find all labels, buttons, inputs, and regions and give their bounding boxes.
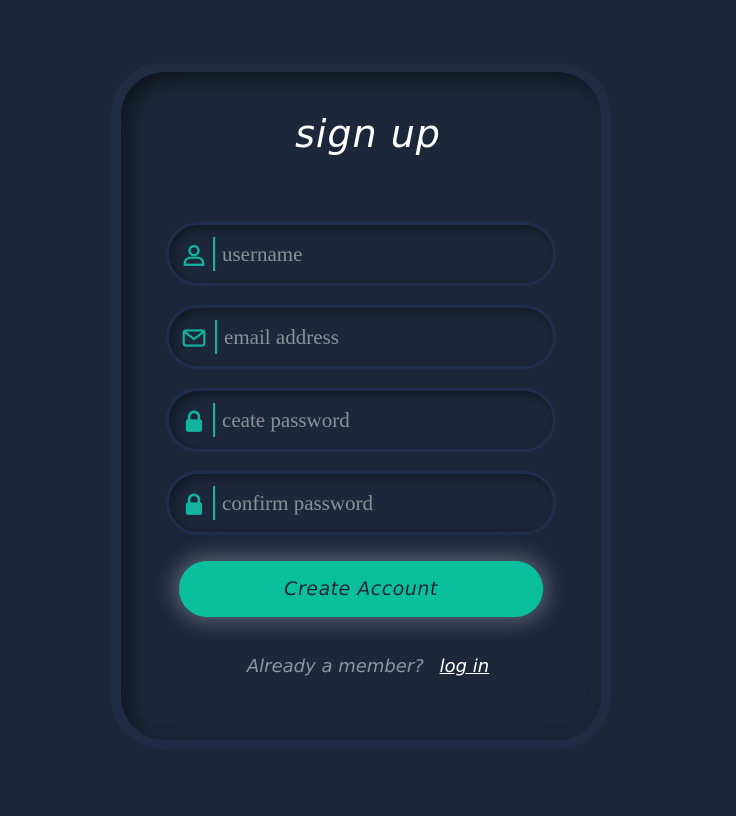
email-field[interactable] [166,305,556,369]
lock-icon [181,408,207,434]
field-divider [213,237,215,271]
login-prompt: Already a member? log in [0,656,736,677]
username-field[interactable] [166,222,556,286]
envelope-icon [181,325,207,351]
field-divider [213,403,215,437]
username-input[interactable] [222,235,532,273]
confirm-password-input[interactable] [222,484,532,522]
email-input[interactable] [224,318,534,356]
footer-text: Already a member? [246,656,424,677]
confirm-password-field[interactable] [166,471,556,535]
field-divider [215,320,217,354]
password-field[interactable] [166,388,556,452]
user-icon [181,242,207,268]
lock-icon [181,491,207,517]
field-divider [213,486,215,520]
page-title: sign up [295,112,441,156]
create-password-input[interactable] [222,401,532,439]
login-link[interactable]: log in [440,656,490,677]
create-account-button[interactable]: Create Account [179,561,543,617]
